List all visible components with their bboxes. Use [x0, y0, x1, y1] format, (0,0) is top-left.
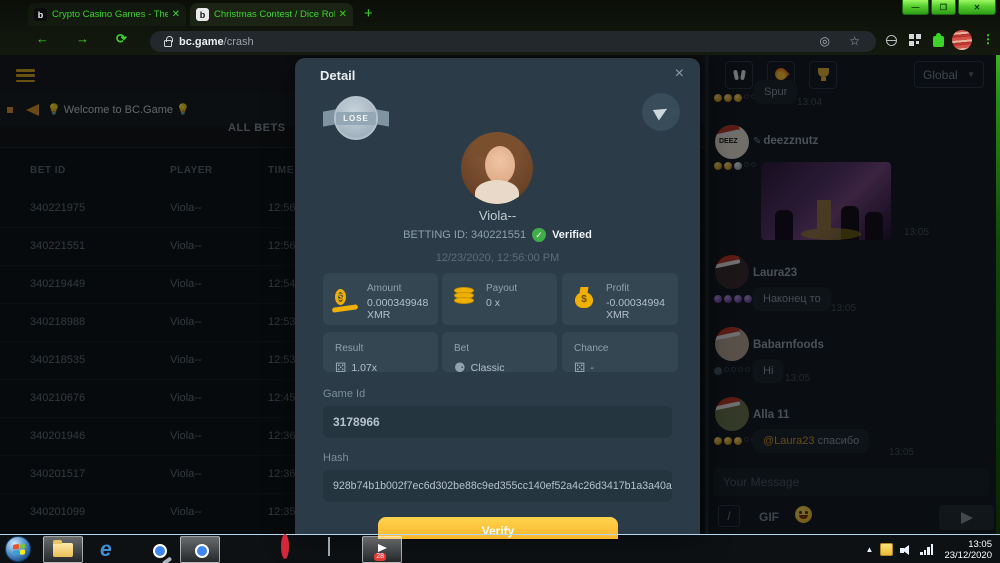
stat-card-amount: $ Amount0.000349948 XMR	[323, 273, 438, 325]
tab-title: Crypto Casino Games - The 16 B	[52, 9, 168, 20]
globe-icon[interactable]	[886, 35, 897, 46]
bcgame-favicon: b	[196, 8, 209, 21]
browser-toolbar: ← → ⟳ bc.game /crash ◎ ☆ ⋮	[0, 27, 1000, 55]
system-tray: ▲ 13:05 23/12/2020	[866, 535, 1000, 563]
taskbar-clock[interactable]: 13:05 23/12/2020	[940, 539, 992, 561]
taskbar-firefox[interactable]	[235, 538, 259, 562]
tray-app-icon[interactable]	[880, 543, 893, 556]
game-id-field[interactable]: 3178966	[323, 406, 672, 438]
close-icon[interactable]: ×	[675, 65, 684, 83]
folder-icon	[53, 543, 73, 557]
taskbar-opera[interactable]	[280, 538, 304, 562]
lose-badge: LOSE	[323, 94, 389, 142]
coin-hand-icon: $	[335, 287, 359, 311]
bcgame-favicon: b	[34, 8, 47, 21]
window-close-button[interactable]: ✕	[958, 0, 996, 15]
start-button[interactable]	[5, 536, 31, 562]
stat-card-chance: Chance ⚄-	[562, 332, 678, 372]
player-name: Viola--	[295, 208, 700, 223]
betting-id-row: BETTING ID: 340221551 ✓ Verified	[295, 228, 700, 242]
dice-icon: ⚄	[574, 360, 585, 376]
url-path: /crash	[224, 36, 254, 48]
taskbar-chrome-settings[interactable]	[146, 538, 170, 562]
share-icon	[652, 104, 669, 121]
hash-label: Hash	[323, 452, 349, 464]
browser-tab-2[interactable]: b Christmas Contest / Dice Roll Hu ✕	[190, 3, 353, 26]
taskbar-explorer[interactable]	[51, 538, 75, 562]
browser-chrome: b Crypto Casino Games - The 16 B ✕ b Chr…	[0, 0, 1000, 55]
wrench-icon	[162, 556, 172, 563]
target-icon[interactable]: ◎	[820, 34, 830, 48]
stat-card-bet: Bet ⚈Classic	[442, 332, 557, 372]
new-tab-button[interactable]: +	[364, 6, 373, 21]
hash-field[interactable]: 928b74b1b002f7ec6d302be88c9ed355cc140ef5…	[323, 470, 672, 502]
share-button[interactable]	[642, 93, 680, 131]
taskbar: e 28 ▲ 13:05 23/12/2020	[0, 534, 1000, 563]
back-button[interactable]: ←	[36, 31, 49, 46]
window-minimize-button[interactable]: —	[902, 0, 929, 15]
modal-title: Detail	[320, 68, 355, 83]
profile-avatar[interactable]	[952, 30, 972, 50]
taskbar-notepad[interactable]	[325, 538, 349, 562]
bet-datetime: 12/23/2020, 12:56:00 PM	[295, 252, 700, 264]
volume-icon[interactable]	[900, 544, 913, 556]
window-edge	[996, 0, 1000, 534]
tab-close-icon[interactable]: ✕	[172, 9, 180, 20]
reload-button[interactable]: ⟳	[116, 31, 127, 47]
network-signal-icon[interactable]	[920, 544, 933, 555]
windows-flag-icon	[13, 543, 25, 555]
verified-label: Verified	[552, 229, 592, 241]
ie-icon: e	[100, 538, 112, 561]
browser-tab-1[interactable]: b Crypto Casino Games - The 16 B ✕	[28, 3, 186, 26]
lock-icon	[164, 40, 172, 47]
browser-menu-icon[interactable]: ⋮	[982, 32, 994, 46]
taskbar-chrome[interactable]	[188, 538, 212, 562]
tab-close-icon[interactable]: ✕	[339, 9, 347, 20]
url-domain: bc.game	[179, 36, 224, 48]
coin-stack-icon	[454, 287, 478, 311]
taskbar-telegram[interactable]: 28	[364, 538, 388, 562]
money-bag-icon	[574, 287, 598, 311]
bookmark-star-icon[interactable]: ☆	[849, 34, 860, 48]
game-id-label: Game Id	[323, 388, 365, 400]
verified-shield-icon: ✓	[532, 228, 546, 242]
betting-id-value: 340221551	[471, 229, 526, 241]
player-avatar[interactable]	[461, 132, 533, 204]
stat-card-profit: Profit-0.00034994 XMR	[562, 273, 678, 325]
forward-button[interactable]: →	[76, 31, 89, 46]
notification-badge: 28	[374, 553, 386, 561]
screen: 💡 Welcome to BC.Game 💡 ALL BETS BET ID P…	[0, 0, 1000, 563]
tray-expand-icon[interactable]: ▲	[866, 545, 874, 554]
clock-time: 13:05	[968, 539, 992, 550]
qr-code-icon[interactable]	[909, 34, 921, 46]
taskbar-internet-explorer[interactable]: e	[100, 538, 124, 562]
dice-icon: ⚄	[335, 360, 346, 376]
dice-icon: ⚈	[454, 360, 466, 376]
tab-title: Christmas Contest / Dice Roll Hu	[214, 9, 335, 20]
betting-id-label: BETTING ID: 340221551	[403, 229, 526, 241]
address-bar[interactable]: bc.game /crash ◎ ☆	[150, 31, 876, 52]
stat-card-payout: Payout0 x	[442, 273, 557, 325]
stat-card-result: Result ⚄1.07x	[323, 332, 438, 372]
notepad-icon	[328, 537, 330, 556]
bet-detail-modal: Detail × LOSE Viola-- BETTING ID: 340221…	[295, 58, 700, 534]
extensions-puzzle-icon[interactable]	[933, 36, 944, 47]
clock-date: 23/12/2020	[944, 550, 992, 561]
window-restore-button[interactable]: ❐	[931, 0, 956, 15]
opera-icon	[281, 534, 289, 559]
lose-badge-label: LOSE	[336, 112, 376, 125]
